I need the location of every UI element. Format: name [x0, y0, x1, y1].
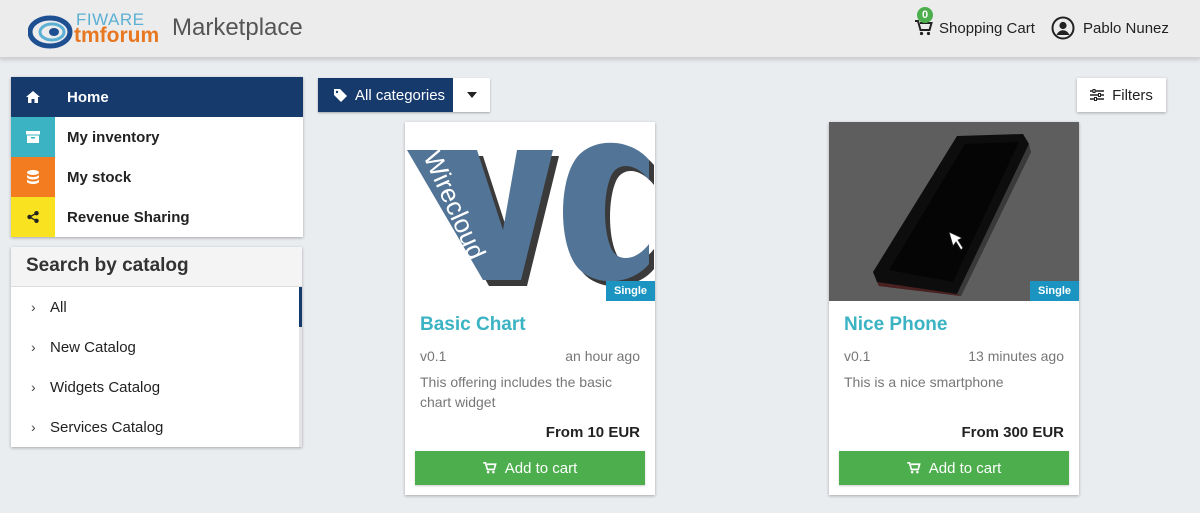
chevron-right-icon: › [31, 379, 36, 395]
category-label: All categories [355, 86, 446, 104]
catalog-item-all[interactable]: › All [11, 287, 302, 327]
category-caret-button[interactable] [453, 78, 490, 112]
user-circle-icon [1051, 16, 1075, 40]
offering-price: From 10 EUR [545, 424, 640, 441]
offering-version: v0.1 [844, 348, 871, 364]
user-name: Pablo Nunez [1083, 19, 1169, 37]
sidebar-item-label: Revenue Sharing [67, 208, 190, 226]
chevron-right-icon: › [31, 419, 36, 435]
offering-name[interactable]: Nice Phone [844, 314, 947, 336]
catalog-item-label: All [50, 298, 67, 316]
caret-down-icon [466, 92, 477, 98]
category-dropdown: All categories [318, 78, 490, 112]
page-title[interactable]: Marketplace [172, 14, 303, 42]
cart-icon [906, 462, 921, 474]
wirecloud-logo-image: Wirecloud [405, 122, 655, 301]
cart-label: Shopping Cart [939, 19, 1035, 37]
home-icon [11, 77, 55, 117]
add-to-cart-label: Add to cart [504, 459, 578, 477]
offering-image[interactable]: Single [829, 122, 1079, 301]
filters-button[interactable]: Filters [1077, 78, 1166, 112]
license-badge: Single [605, 281, 655, 301]
sidebar-menu: Home My inventory My stock Revenue Shari… [11, 77, 303, 237]
catalog-panel-title: Search by catalog [11, 247, 302, 287]
offering-card[interactable]: Wirecloud Single Basic Chart v0.1 an hou… [405, 122, 655, 495]
sidebar-item-label: My inventory [67, 128, 160, 146]
offering-time: 13 minutes ago [968, 348, 1064, 364]
cart-count-badge: 0 [917, 7, 933, 23]
offering-description: This is a nice smartphone [844, 374, 1004, 390]
catalog-item-label: New Catalog [50, 338, 136, 356]
category-button[interactable]: All categories [318, 78, 453, 112]
offering-card[interactable]: Single Nice Phone v0.1 13 minutes ago Th… [829, 122, 1079, 495]
sliders-icon [1090, 89, 1105, 101]
logo-text-tmforum: tmforum [74, 24, 160, 47]
sidebar-item-home[interactable]: Home [11, 77, 303, 117]
top-navbar: FIWARE tmforum Marketplace 0 Shopping Ca… [0, 0, 1200, 58]
add-to-cart-label: Add to cart [928, 459, 1002, 477]
sidebar-item-label: My stock [67, 168, 132, 186]
tag-icon [334, 88, 347, 102]
filters-label: Filters [1112, 86, 1153, 104]
sidebar-item-label: Home [67, 88, 109, 106]
offering-price: From 300 EUR [961, 424, 1064, 441]
offering-name[interactable]: Basic Chart [420, 314, 526, 336]
shopping-cart-link[interactable]: 0 Shopping Cart [915, 7, 1035, 38]
chevron-right-icon: › [31, 299, 36, 315]
catalog-search-panel: Search by catalog › All › New Catalog › … [11, 247, 302, 447]
add-to-cart-button[interactable]: Add to cart [415, 451, 645, 485]
offering-version: v0.1 [420, 348, 447, 364]
catalog-item-services-catalog[interactable]: › Services Catalog [11, 407, 302, 447]
swirl-logo-icon [28, 15, 73, 49]
cart-icon: 0 [915, 7, 935, 38]
chevron-right-icon: › [31, 339, 36, 355]
add-to-cart-button[interactable]: Add to cart [839, 451, 1069, 485]
catalog-item-label: Services Catalog [50, 418, 164, 436]
license-badge: Single [1029, 281, 1079, 301]
user-menu[interactable]: Pablo Nunez [1051, 16, 1169, 40]
sidebar-item-revenue-sharing[interactable]: Revenue Sharing [11, 197, 303, 237]
sidebar-item-my-inventory[interactable]: My inventory [11, 117, 303, 157]
offering-image[interactable]: Wirecloud Single [405, 122, 655, 301]
archive-icon [11, 117, 55, 157]
offering-description: This offering includes the basic chart w… [420, 374, 612, 410]
smartphone-image [829, 122, 1079, 301]
catalog-item-new-catalog[interactable]: › New Catalog [11, 327, 302, 367]
database-icon [11, 157, 55, 197]
catalog-item-label: Widgets Catalog [50, 378, 161, 396]
share-icon [11, 197, 55, 237]
fiware-tmforum-logo[interactable]: FIWARE tmforum [28, 10, 164, 50]
cart-icon [482, 462, 497, 474]
catalog-item-widgets-catalog[interactable]: › Widgets Catalog [11, 367, 302, 407]
sidebar-item-my-stock[interactable]: My stock [11, 157, 303, 197]
offering-time: an hour ago [565, 348, 640, 364]
catalog-scrollbar[interactable] [299, 327, 302, 447]
